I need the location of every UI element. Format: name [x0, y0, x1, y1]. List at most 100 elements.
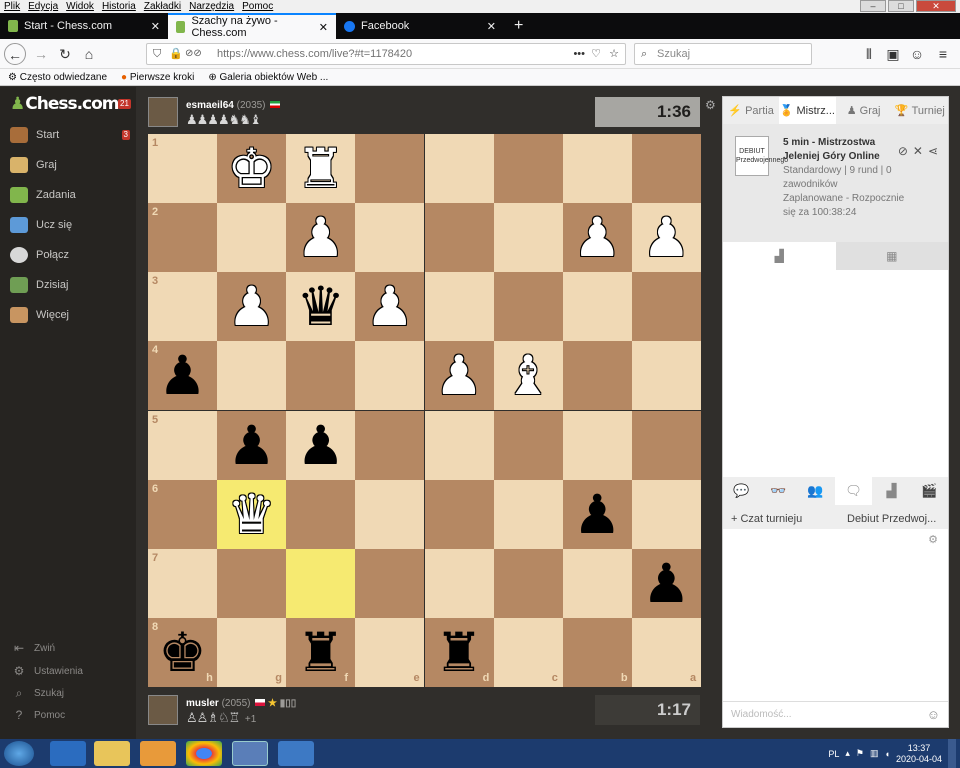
tab-facebook[interactable]: Facebook ✕: [336, 13, 504, 39]
chess-piece[interactable]: ♟: [563, 203, 632, 272]
board-square[interactable]: [562, 272, 632, 342]
board-square[interactable]: [355, 134, 425, 204]
chess-piece[interactable]: ♚: [217, 134, 286, 203]
emoji-icon[interactable]: ☺: [927, 702, 940, 728]
board-square[interactable]: [631, 341, 701, 411]
sidebar-item-start[interactable]: Start 3: [0, 121, 136, 149]
gear-icon[interactable]: ⚙: [705, 98, 716, 112]
chess-piece[interactable]: ♜: [286, 618, 355, 687]
board-square[interactable]: [355, 479, 425, 549]
home-icon[interactable]: ⌂: [78, 43, 100, 65]
close-icon[interactable]: ✕: [151, 20, 160, 33]
flag-icon[interactable]: ⚑: [856, 748, 864, 759]
sidebar-item-ucz-sie[interactable]: Ucz się: [0, 211, 136, 239]
chess-piece[interactable]: ♟: [286, 203, 355, 272]
board-square[interactable]: [217, 341, 287, 411]
tab-partia[interactable]: ⚡ Partia: [723, 97, 779, 124]
board-square[interactable]: [286, 479, 356, 549]
chess-piece[interactable]: ♟: [286, 411, 355, 480]
standings-tab[interactable]: ▟: [723, 242, 836, 270]
board-square[interactable]: [493, 203, 563, 273]
board-square[interactable]: [493, 272, 563, 342]
close-icon[interactable]: ✕: [487, 20, 496, 33]
games-tab[interactable]: ▦: [835, 242, 948, 270]
close-icon[interactable]: ✕: [319, 21, 328, 34]
account-icon[interactable]: ☺: [906, 43, 928, 65]
board-square[interactable]: [424, 272, 494, 342]
system-clock[interactable]: 13:37 2020-04-04: [896, 743, 942, 765]
board-square[interactable]: [355, 548, 425, 618]
chess-board[interactable]: 1 2 3 4 5 6 7 8 h g f e d c b a ♚ ♜ ♟ ♟ ♟ ♟ ♛ ♟ ♟ ♟ ♝ ♟ ♟ ♛ ♟ ♟ ♚ ♜ ♜: [148, 134, 701, 687]
menu-narzedzia[interactable]: Narzędzia: [189, 0, 234, 13]
chess-piece[interactable]: ♟: [632, 203, 701, 272]
permissions-icon[interactable]: ⊘⊘: [185, 44, 202, 64]
people-icon[interactable]: 👥: [797, 477, 834, 505]
pocket-icon[interactable]: ♡: [591, 44, 601, 64]
board-square[interactable]: [631, 134, 701, 204]
sidebar-settings[interactable]: ⚙ Ustawienia: [0, 664, 136, 678]
tab-live-chess[interactable]: Szachy na żywo - Chess.com ✕: [168, 13, 336, 39]
menu-historia[interactable]: Historia: [102, 0, 136, 13]
sidebar-search[interactable]: ⌕ Szukaj: [0, 686, 136, 701]
sidebar-collapse[interactable]: ⇤ Zwiń: [0, 641, 136, 655]
tray-arrow-icon[interactable]: ▴: [845, 748, 850, 759]
chat-bubble-icon[interactable]: 💬: [723, 477, 760, 505]
chess-logo[interactable]: ♟Chess.com: [10, 94, 120, 114]
chess-piece[interactable]: ♟: [355, 272, 424, 341]
board-square[interactable]: [424, 548, 494, 618]
menu-plik[interactable]: Plik: [4, 0, 20, 13]
new-tab-button[interactable]: +: [506, 13, 531, 39]
sidebar-item-graj[interactable]: Graj: [0, 151, 136, 179]
tab-turniej[interactable]: 🏆 Turniej: [892, 97, 948, 124]
firefox-icon[interactable]: [232, 741, 268, 766]
player-name[interactable]: musler (2055) ★ ▮▯▯: [186, 698, 296, 709]
internet-explorer-icon[interactable]: [50, 741, 86, 766]
block-icon[interactable]: ⊘: [898, 144, 908, 158]
start-menu-icon[interactable]: [4, 741, 34, 766]
tournament-title[interactable]: 5 min - Mistrzostwa Jeleniej Góry Online: [783, 136, 903, 164]
board-square[interactable]: [562, 134, 632, 204]
board-square[interactable]: [493, 548, 563, 618]
board-square[interactable]: [631, 410, 701, 480]
board-square[interactable]: [493, 134, 563, 204]
file-explorer-icon[interactable]: [94, 741, 130, 766]
menu-pomoc[interactable]: Pomoc: [242, 0, 273, 13]
chess-piece[interactable]: ♜: [286, 134, 355, 203]
tab-graj[interactable]: ♟ Graj: [836, 97, 892, 124]
reload-icon[interactable]: ↻: [54, 43, 76, 65]
media-player-icon[interactable]: [140, 741, 176, 766]
sidebar-item-dzisiaj[interactable]: Dzisiaj: [0, 271, 136, 299]
board-square[interactable]: [148, 548, 218, 618]
bookmark-pierwsze[interactable]: ● Pierwsze kroki: [121, 72, 194, 83]
board-square[interactable]: [493, 479, 563, 549]
opponent-name[interactable]: esmaeil64 (2035): [186, 100, 281, 111]
board-square[interactable]: [217, 548, 287, 618]
library-icon[interactable]: ⫴: [858, 43, 880, 65]
menu-icon[interactable]: ≡: [932, 43, 954, 65]
board-square[interactable]: [355, 203, 425, 273]
board-square[interactable]: [424, 410, 494, 480]
player-avatar[interactable]: [148, 695, 178, 725]
binoculars-icon[interactable]: 👓: [760, 477, 797, 505]
search-input[interactable]: ⌕ Szukaj: [634, 43, 812, 65]
board-square[interactable]: [148, 134, 218, 204]
chess-piece[interactable]: ♚: [148, 618, 217, 687]
board-square[interactable]: [217, 203, 287, 273]
board-square[interactable]: [424, 203, 494, 273]
board-square[interactable]: [148, 272, 218, 342]
board-square[interactable]: [148, 410, 218, 480]
sidebar-help[interactable]: ? Pomoc: [0, 708, 136, 722]
show-desktop-button[interactable]: [948, 739, 956, 768]
sidebar-item-wiecej[interactable]: Więcej: [0, 301, 136, 329]
gear-icon[interactable]: ⚙: [928, 533, 938, 546]
app-icon[interactable]: [278, 741, 314, 766]
message-input[interactable]: Wiadomość... ☺: [723, 701, 948, 727]
opponent-avatar[interactable]: [148, 97, 178, 127]
bookmark-czesto[interactable]: ⚙ Często odwiedzane: [8, 72, 107, 83]
chess-piece[interactable]: ♟: [632, 549, 701, 618]
board-square[interactable]: [355, 410, 425, 480]
board-square[interactable]: [631, 479, 701, 549]
forward-icon[interactable]: →: [30, 43, 52, 65]
board-square[interactable]: [424, 479, 494, 549]
board-square[interactable]: [148, 203, 218, 273]
